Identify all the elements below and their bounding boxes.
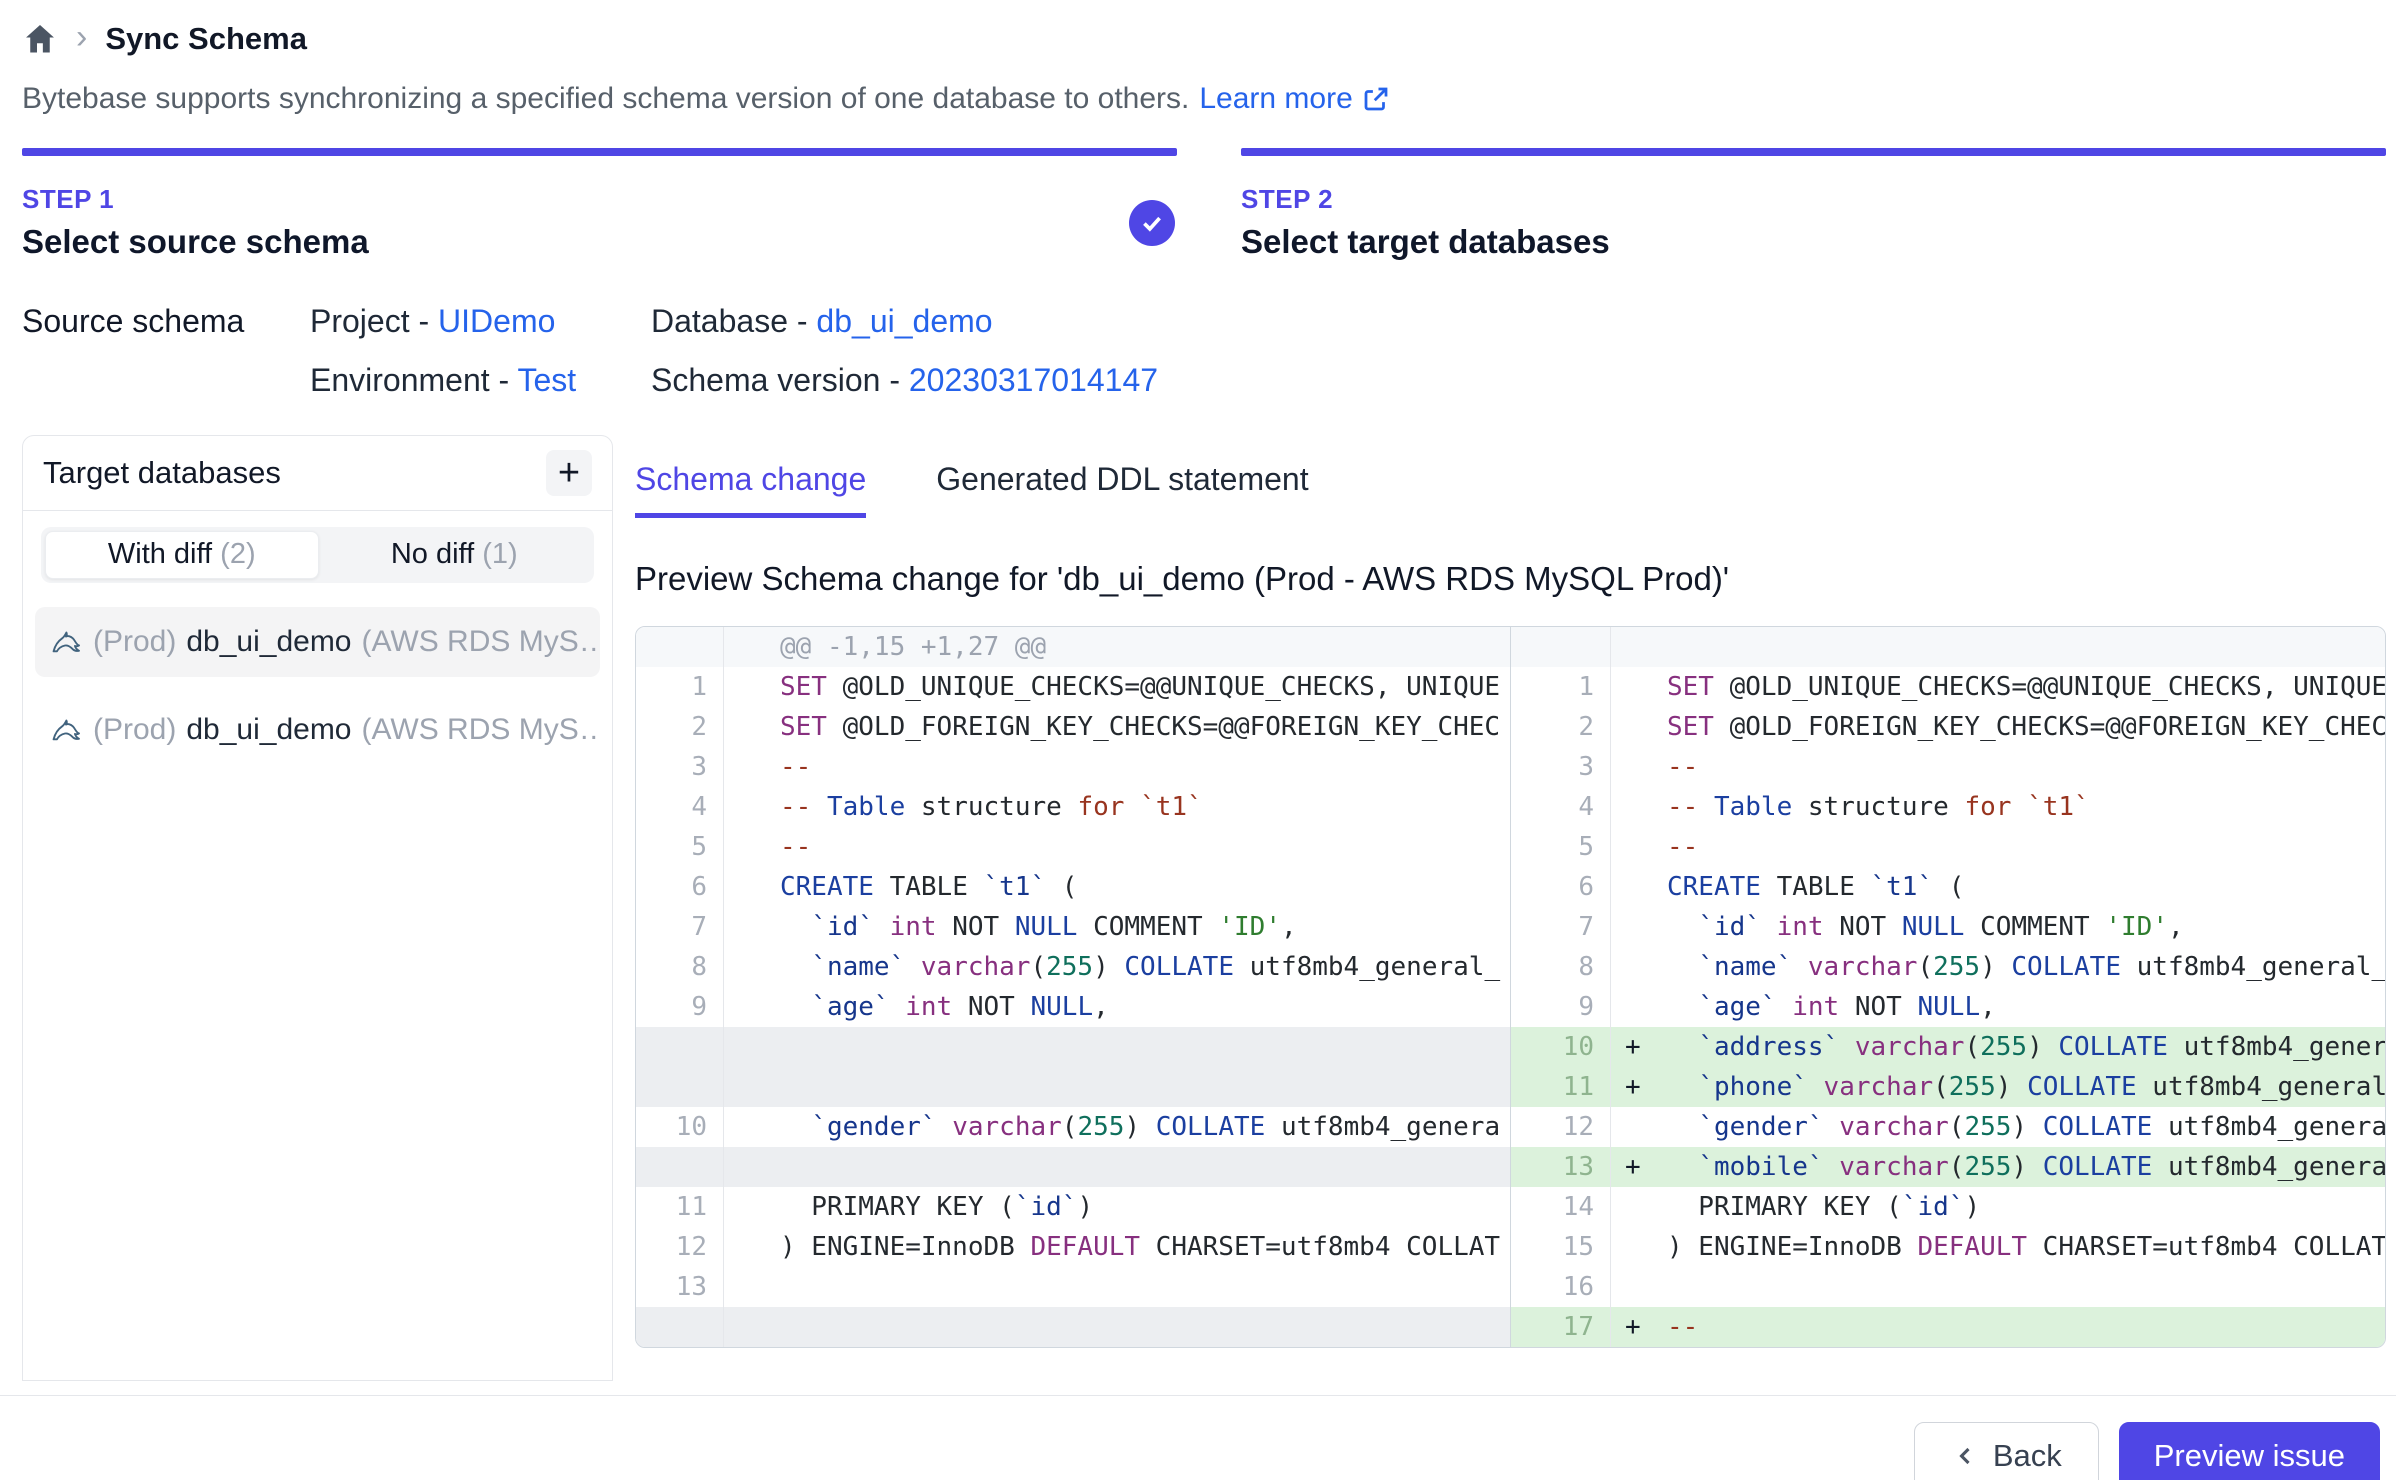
source-schema-summary: Source schema Project - UIDemo Environme… xyxy=(22,303,2386,399)
diff-line: 8 `name` varchar(255) COLLATE utf8mb4_ge… xyxy=(636,947,1510,987)
segment-with-diff[interactable]: With diff (2) xyxy=(45,531,319,579)
diff-filler-row xyxy=(636,1307,1510,1347)
diff-hunk-header: @@ -1,15 +1,27 @@ xyxy=(636,627,1510,667)
environment-row: Environment - Test xyxy=(310,362,651,399)
chevron-left-icon xyxy=(1951,1442,1979,1470)
breadcrumb: › Sync Schema xyxy=(22,16,2386,62)
diff-filter-segmented-control: With diff (2) No diff (1) xyxy=(41,527,594,583)
step-2-progress-bar xyxy=(1241,148,2386,156)
diff-line: 8 `name` varchar(255) COLLATE utf8mb4_ge… xyxy=(1511,947,2385,987)
add-target-database-button[interactable]: + xyxy=(546,450,592,496)
target-database-item[interactable]: (Prod) db_ui_demo (AWS RDS MyS… xyxy=(35,607,600,677)
step-1-label: STEP 1 xyxy=(22,184,1177,215)
diff-line: 11 PRIMARY KEY (`id`) xyxy=(636,1187,1510,1227)
mysql-icon xyxy=(49,713,83,747)
step-1: STEP 1 Select source schema xyxy=(22,148,1177,261)
step-1-title: Select source schema xyxy=(22,223,1177,261)
project-row: Project - UIDemo xyxy=(310,303,651,340)
intro: Bytebase supports synchronizing a specif… xyxy=(22,82,2386,116)
diff-line: 5-- xyxy=(636,827,1510,867)
diff-pane-source: @@ -1,15 +1,27 @@1SET @OLD_UNIQUE_CHECKS… xyxy=(636,627,1511,1347)
diff-filler-row xyxy=(636,1027,1510,1067)
diff-line: 4-- Table structure for `t1` xyxy=(1511,787,2385,827)
segment-no-diff[interactable]: No diff (1) xyxy=(319,531,591,577)
diff-line: 9 `age` int NOT NULL, xyxy=(1511,987,2385,1027)
diff-line: 15) ENGINE=InnoDB DEFAULT CHARSET=utf8mb… xyxy=(1511,1227,2385,1267)
preview-title: Preview Schema change for 'db_ui_demo (P… xyxy=(635,560,2386,598)
diff-line: 3-- xyxy=(636,747,1510,787)
target-database-item[interactable]: (Prod) db_ui_demo (AWS RDS MyS… xyxy=(35,695,600,765)
diff-hunk-header xyxy=(1511,627,2385,667)
diff-pane-target: 1SET @OLD_UNIQUE_CHECKS=@@UNIQUE_CHECKS,… xyxy=(1511,627,2385,1347)
source-schema-label: Source schema xyxy=(22,303,310,399)
diff-line: 10 `gender` varchar(255) COLLATE utf8mb4… xyxy=(636,1107,1510,1147)
diff-line: 2SET @OLD_FOREIGN_KEY_CHECKS=@@FOREIGN_K… xyxy=(1511,707,2385,747)
diff-line: 14 PRIMARY KEY (`id`) xyxy=(1511,1187,2385,1227)
schema-diff-viewer: @@ -1,15 +1,27 @@1SET @OLD_UNIQUE_CHECKS… xyxy=(635,626,2386,1348)
diff-line-added: 10+ `address` varchar(255) COLLATE utf8m… xyxy=(1511,1027,2385,1067)
footer: Back Preview issue xyxy=(22,1396,2386,1480)
tab-schema-change[interactable]: Schema change xyxy=(635,461,866,518)
diff-line: 7 `id` int NOT NULL COMMENT 'ID', xyxy=(636,907,1510,947)
diff-line: 1SET @OLD_UNIQUE_CHECKS=@@UNIQUE_CHECKS,… xyxy=(1511,667,2385,707)
tab-generated-ddl-statement[interactable]: Generated DDL statement xyxy=(936,461,1308,518)
diff-line: 12) ENGINE=InnoDB DEFAULT CHARSET=utf8mb… xyxy=(636,1227,1510,1267)
step-2: STEP 2 Select target databases xyxy=(1241,148,2386,261)
diff-line: 2SET @OLD_FOREIGN_KEY_CHECKS=@@FOREIGN_K… xyxy=(636,707,1510,747)
diff-line: 12 `gender` varchar(255) COLLATE utf8mb4… xyxy=(1511,1107,2385,1147)
database-link[interactable]: db_ui_demo xyxy=(816,303,992,339)
diff-filler-row xyxy=(636,1067,1510,1107)
target-database-list: (Prod) db_ui_demo (AWS RDS MyS… (Prod) d… xyxy=(35,607,600,765)
diff-line-added: 17+-- xyxy=(1511,1307,2385,1347)
preview-issue-button[interactable]: Preview issue xyxy=(2119,1422,2380,1480)
diff-line: 1SET @OLD_UNIQUE_CHECKS=@@UNIQUE_CHECKS,… xyxy=(636,667,1510,707)
diff-line-added: 13+ `mobile` varchar(255) COLLATE utf8mb… xyxy=(1511,1147,2385,1187)
diff-line: 6CREATE TABLE `t1` ( xyxy=(1511,867,2385,907)
database-row: Database - db_ui_demo xyxy=(651,303,1158,340)
diff-line: 7 `id` int NOT NULL COMMENT 'ID', xyxy=(1511,907,2385,947)
external-link-icon xyxy=(1361,84,1391,114)
diff-view-tabs: Schema change Generated DDL statement xyxy=(635,461,2386,518)
learn-more-link[interactable]: Learn more xyxy=(1199,82,1390,116)
step-completed-check-icon xyxy=(1129,200,1175,246)
page-title: Sync Schema xyxy=(105,21,307,57)
diff-line: 16 xyxy=(1511,1267,2385,1307)
diff-line: 3-- xyxy=(1511,747,2385,787)
diff-line: 5-- xyxy=(1511,827,2385,867)
step-2-label: STEP 2 xyxy=(1241,184,2386,215)
schema-version-row: Schema version - 20230317014147 xyxy=(651,362,1158,399)
home-icon[interactable] xyxy=(22,21,58,57)
stepper: STEP 1 Select source schema STEP 2 Selec… xyxy=(22,148,2386,261)
sync-schema-page: › Sync Schema Bytebase supports synchron… xyxy=(0,0,2396,1480)
step-1-progress-bar xyxy=(22,148,1177,156)
diff-line-added: 11+ `phone` varchar(255) COLLATE utf8mb4… xyxy=(1511,1067,2385,1107)
diff-line: 13 xyxy=(636,1267,1510,1307)
target-databases-title: Target databases xyxy=(43,455,281,491)
diff-line: 6CREATE TABLE `t1` ( xyxy=(636,867,1510,907)
breadcrumb-chevron-icon: › xyxy=(76,20,87,54)
target-databases-panel: Target databases + With diff (2) No diff… xyxy=(22,435,613,1381)
schema-change-section: Schema change Generated DDL statement Pr… xyxy=(635,435,2386,1348)
project-link[interactable]: UIDemo xyxy=(438,303,555,339)
mysql-icon xyxy=(49,625,83,659)
intro-text: Bytebase supports synchronizing a specif… xyxy=(22,82,1189,116)
step-2-title: Select target databases xyxy=(1241,223,2386,261)
main-section: Target databases + With diff (2) No diff… xyxy=(22,435,2386,1381)
diff-filler-row xyxy=(636,1147,1510,1187)
back-button[interactable]: Back xyxy=(1914,1422,2099,1480)
environment-link[interactable]: Test xyxy=(518,362,577,398)
diff-line: 9 `age` int NOT NULL, xyxy=(636,987,1510,1027)
diff-line: 4-- Table structure for `t1` xyxy=(636,787,1510,827)
schema-version-link[interactable]: 20230317014147 xyxy=(909,362,1158,398)
